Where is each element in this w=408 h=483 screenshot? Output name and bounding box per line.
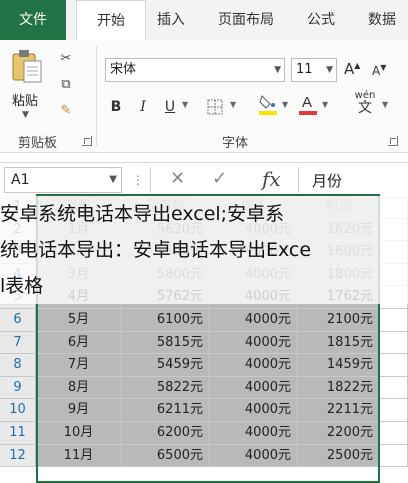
- cell-profit[interactable]: 1459元: [298, 354, 380, 377]
- clipboard-group-label: 剪贴板: [18, 136, 58, 151]
- cell-month[interactable]: 5月: [36, 309, 122, 332]
- ribbon: 粘贴 ▼ ✂ ⧉ ✎ 剪贴板 宋体 ▼ 11 ▼ A▲ A▼ B I U ▼ ▼…: [0, 40, 408, 153]
- border-icon[interactable]: [204, 96, 226, 118]
- cell-month[interactable]: 9月: [36, 399, 122, 422]
- tab-page-layout[interactable]: 页面布局: [206, 0, 286, 40]
- row-header[interactable]: 12: [0, 444, 36, 468]
- row-header[interactable]: 7: [0, 331, 36, 355]
- cell-profit[interactable]: 1815元: [298, 331, 380, 355]
- grow-font-button[interactable]: A▲: [344, 60, 360, 78]
- cell-empty[interactable]: [380, 444, 408, 468]
- cell-sales[interactable]: 5815元: [122, 331, 210, 355]
- cell-sales[interactable]: 5822元: [122, 376, 210, 400]
- tab-insert[interactable]: 插入: [146, 0, 196, 40]
- font-name-value: 宋体: [110, 62, 137, 77]
- cell-empty[interactable]: [380, 422, 408, 445]
- copy-icon[interactable]: ⧉: [55, 74, 77, 94]
- chevron-down-icon: ▼: [326, 65, 333, 75]
- formula-bar: A1 ▼ ⋮ ✕ ✓ fx 月份: [0, 162, 408, 198]
- bold-button[interactable]: B: [106, 96, 126, 118]
- cell-cost[interactable]: 4000元: [210, 376, 298, 400]
- cell-sales[interactable]: 6100元: [122, 309, 210, 332]
- cell-month[interactable]: 11月: [36, 444, 122, 468]
- caption-text: 安卓系统电话本导出excel;安卓系 统电话本导出：安卓电话本导出Exce l表…: [0, 196, 408, 304]
- cell-empty[interactable]: [380, 399, 408, 422]
- cell-month[interactable]: 6月: [36, 331, 122, 355]
- paste-icon[interactable]: [10, 48, 44, 84]
- cell-month[interactable]: 10月: [36, 422, 122, 445]
- insert-function-button[interactable]: fx: [262, 167, 281, 191]
- row-header[interactable]: 9: [0, 376, 36, 400]
- cell-profit[interactable]: 2500元: [298, 444, 380, 468]
- chevron-down-icon[interactable]: ▼: [230, 100, 236, 109]
- cut-icon[interactable]: ✂: [55, 48, 77, 68]
- font-launcher-icon[interactable]: [388, 136, 398, 146]
- row-header[interactable]: 11: [0, 422, 36, 445]
- tab-home[interactable]: 开始: [76, 0, 146, 40]
- chevron-down-icon: ▼: [109, 174, 117, 185]
- cell-profit[interactable]: 1822元: [298, 376, 380, 400]
- paste-dropdown-icon[interactable]: ▼: [22, 110, 29, 120]
- cell-sales[interactable]: 6500元: [122, 444, 210, 468]
- tab-formulas[interactable]: 公式: [296, 0, 346, 40]
- paste-button[interactable]: 粘贴: [12, 90, 38, 109]
- enter-icon[interactable]: ✓: [212, 168, 227, 189]
- font-name-select[interactable]: 宋体 ▼: [105, 58, 285, 82]
- phonetic-guide-icon[interactable]: wén 文: [352, 90, 378, 115]
- chevron-down-icon[interactable]: ▼: [322, 100, 328, 109]
- row-header[interactable]: 6: [0, 309, 36, 332]
- italic-button[interactable]: I: [133, 96, 153, 118]
- chevron-down-icon[interactable]: ▼: [382, 100, 388, 109]
- cell-reference: A1: [11, 172, 30, 188]
- cell-empty[interactable]: [380, 331, 408, 355]
- cell-cost[interactable]: 4000元: [210, 331, 298, 355]
- cancel-icon[interactable]: ✕: [170, 168, 185, 189]
- cell-month[interactable]: 8月: [36, 376, 122, 400]
- shrink-font-button[interactable]: A▼: [372, 63, 386, 78]
- font-group-label: 字体: [222, 136, 249, 151]
- cell-cost[interactable]: 4000元: [210, 422, 298, 445]
- underline-button[interactable]: U: [160, 96, 180, 118]
- cell-cost[interactable]: 4000元: [210, 444, 298, 468]
- cell-empty[interactable]: [380, 309, 408, 332]
- cell-cost[interactable]: 4000元: [210, 354, 298, 377]
- name-box[interactable]: A1 ▼: [4, 167, 122, 193]
- font-size-select[interactable]: 11 ▼: [291, 58, 337, 82]
- group-divider: [96, 46, 97, 146]
- divider: [298, 167, 299, 193]
- font-color-icon[interactable]: A: [298, 92, 318, 115]
- tab-data[interactable]: 数据: [356, 0, 408, 40]
- ribbon-tabs: 文件 开始 插入 页面布局 公式 数据: [0, 0, 408, 41]
- cell-month[interactable]: 7月: [36, 354, 122, 377]
- caption-line: 统电话本导出：安卓电话本导出Exce: [0, 239, 312, 261]
- cell-profit[interactable]: 2100元: [298, 309, 380, 332]
- chevron-down-icon[interactable]: ▼: [282, 100, 288, 109]
- caption-line: 安卓系统电话本导出excel;安卓系: [0, 203, 285, 225]
- cell-sales[interactable]: 5459元: [122, 354, 210, 377]
- cell-sales[interactable]: 6211元: [122, 399, 210, 422]
- cell-sales[interactable]: 6200元: [122, 422, 210, 445]
- svg-text:A: A: [302, 94, 312, 111]
- cell-cost[interactable]: 4000元: [210, 309, 298, 332]
- divider: [150, 167, 151, 193]
- format-painter-icon[interactable]: ✎: [55, 100, 77, 120]
- chevron-down-icon[interactable]: ▼: [182, 100, 188, 109]
- chevron-down-icon: ▼: [274, 65, 281, 75]
- tab-file[interactable]: 文件: [0, 0, 66, 40]
- cell-profit[interactable]: 2211元: [298, 399, 380, 422]
- clipboard-launcher-icon[interactable]: [82, 136, 92, 146]
- font-size-value: 11: [296, 62, 313, 77]
- more-icon: ⋮: [132, 173, 145, 187]
- cell-empty[interactable]: [380, 354, 408, 377]
- caption-line: l表格: [0, 275, 44, 297]
- row-header[interactable]: 8: [0, 354, 36, 377]
- row-header[interactable]: 10: [0, 399, 36, 422]
- cell-empty[interactable]: [380, 376, 408, 400]
- cell-cost[interactable]: 4000元: [210, 399, 298, 422]
- fill-color-icon[interactable]: [258, 92, 278, 115]
- formula-input[interactable]: 月份: [312, 170, 342, 191]
- cell-profit[interactable]: 2200元: [298, 422, 380, 445]
